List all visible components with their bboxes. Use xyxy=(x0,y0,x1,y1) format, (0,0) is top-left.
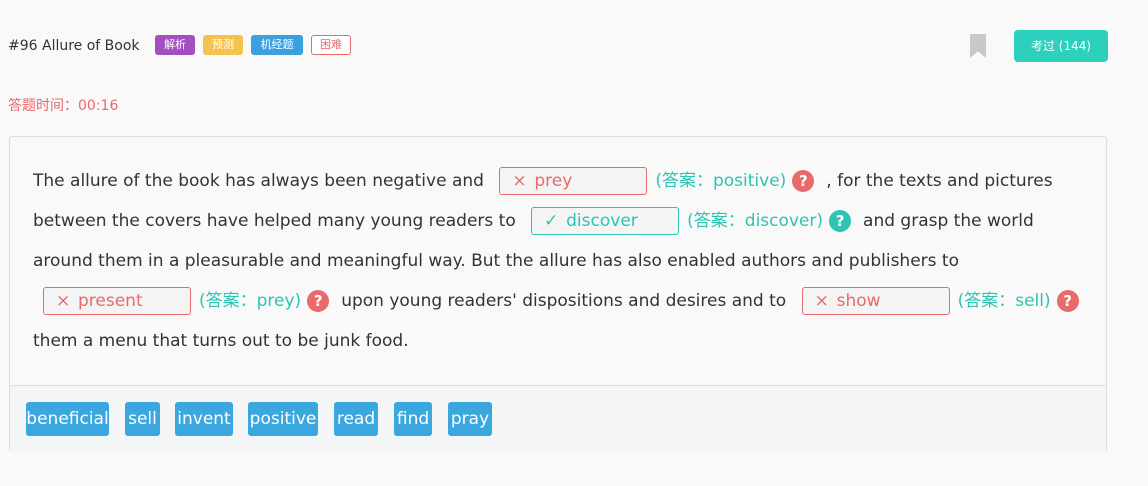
tag-prediction[interactable]: 预测 xyxy=(203,35,243,55)
blank-value: prey xyxy=(534,171,573,191)
help-icon[interactable]: ? xyxy=(1056,290,1079,312)
help-icon[interactable]: ? xyxy=(792,170,815,192)
blank-3[interactable]: × present xyxy=(43,287,191,315)
wrong-icon: × xyxy=(512,171,527,191)
blank-value: discover xyxy=(566,211,638,231)
check-icon: ✓ xyxy=(544,211,559,231)
wrong-icon: × xyxy=(56,291,71,311)
question-header: #96 Allure of Book 解析 预测 机经题 困难 考过 (144) xyxy=(8,30,1128,62)
wrong-icon: × xyxy=(814,291,829,311)
passage-text: them a menu that turns out to be junk fo… xyxy=(33,331,409,351)
tag-difficulty: 困难 xyxy=(311,35,351,55)
tag-analysis[interactable]: 解析 xyxy=(155,35,195,55)
blank-value: show xyxy=(836,291,881,311)
word-bank: beneficial sell invent positive read fin… xyxy=(10,385,1106,452)
passed-count-button[interactable]: 考过 (144) xyxy=(1014,30,1108,62)
word-chip[interactable]: read xyxy=(334,402,378,436)
passage-text: The allure of the book has always been n… xyxy=(33,171,484,191)
blank-value: present xyxy=(78,291,143,311)
answer-text: (答案：prey) xyxy=(199,291,302,311)
answer-text: (答案：sell) xyxy=(957,291,1051,311)
passage: The allure of the book has always been n… xyxy=(33,161,1093,361)
passage-text: upon young readers' dispositions and des… xyxy=(341,291,787,311)
tag-machine-exam[interactable]: 机经题 xyxy=(251,35,303,55)
blank-1[interactable]: × prey xyxy=(499,167,648,195)
help-icon[interactable]: ? xyxy=(307,290,330,312)
bookmark-icon[interactable] xyxy=(970,34,986,58)
blank-2[interactable]: ✓ discover xyxy=(531,207,680,235)
answer-text: (答案：discover) xyxy=(687,211,824,231)
blank-4[interactable]: × show xyxy=(801,287,950,315)
answer-text: (答案：positive) xyxy=(655,171,787,191)
answer-timer: 答题时间：00:16 xyxy=(8,98,119,114)
word-chip[interactable]: sell xyxy=(125,402,160,436)
word-chip[interactable]: pray xyxy=(448,402,492,436)
word-chip[interactable]: find xyxy=(394,402,432,436)
question-card: The allure of the book has always been n… xyxy=(9,136,1107,452)
help-icon[interactable]: ? xyxy=(829,210,852,232)
question-title: #96 Allure of Book xyxy=(8,38,140,54)
word-chip[interactable]: positive xyxy=(248,402,318,436)
word-chip[interactable]: beneficial xyxy=(26,402,109,436)
word-chip[interactable]: invent xyxy=(175,402,233,436)
